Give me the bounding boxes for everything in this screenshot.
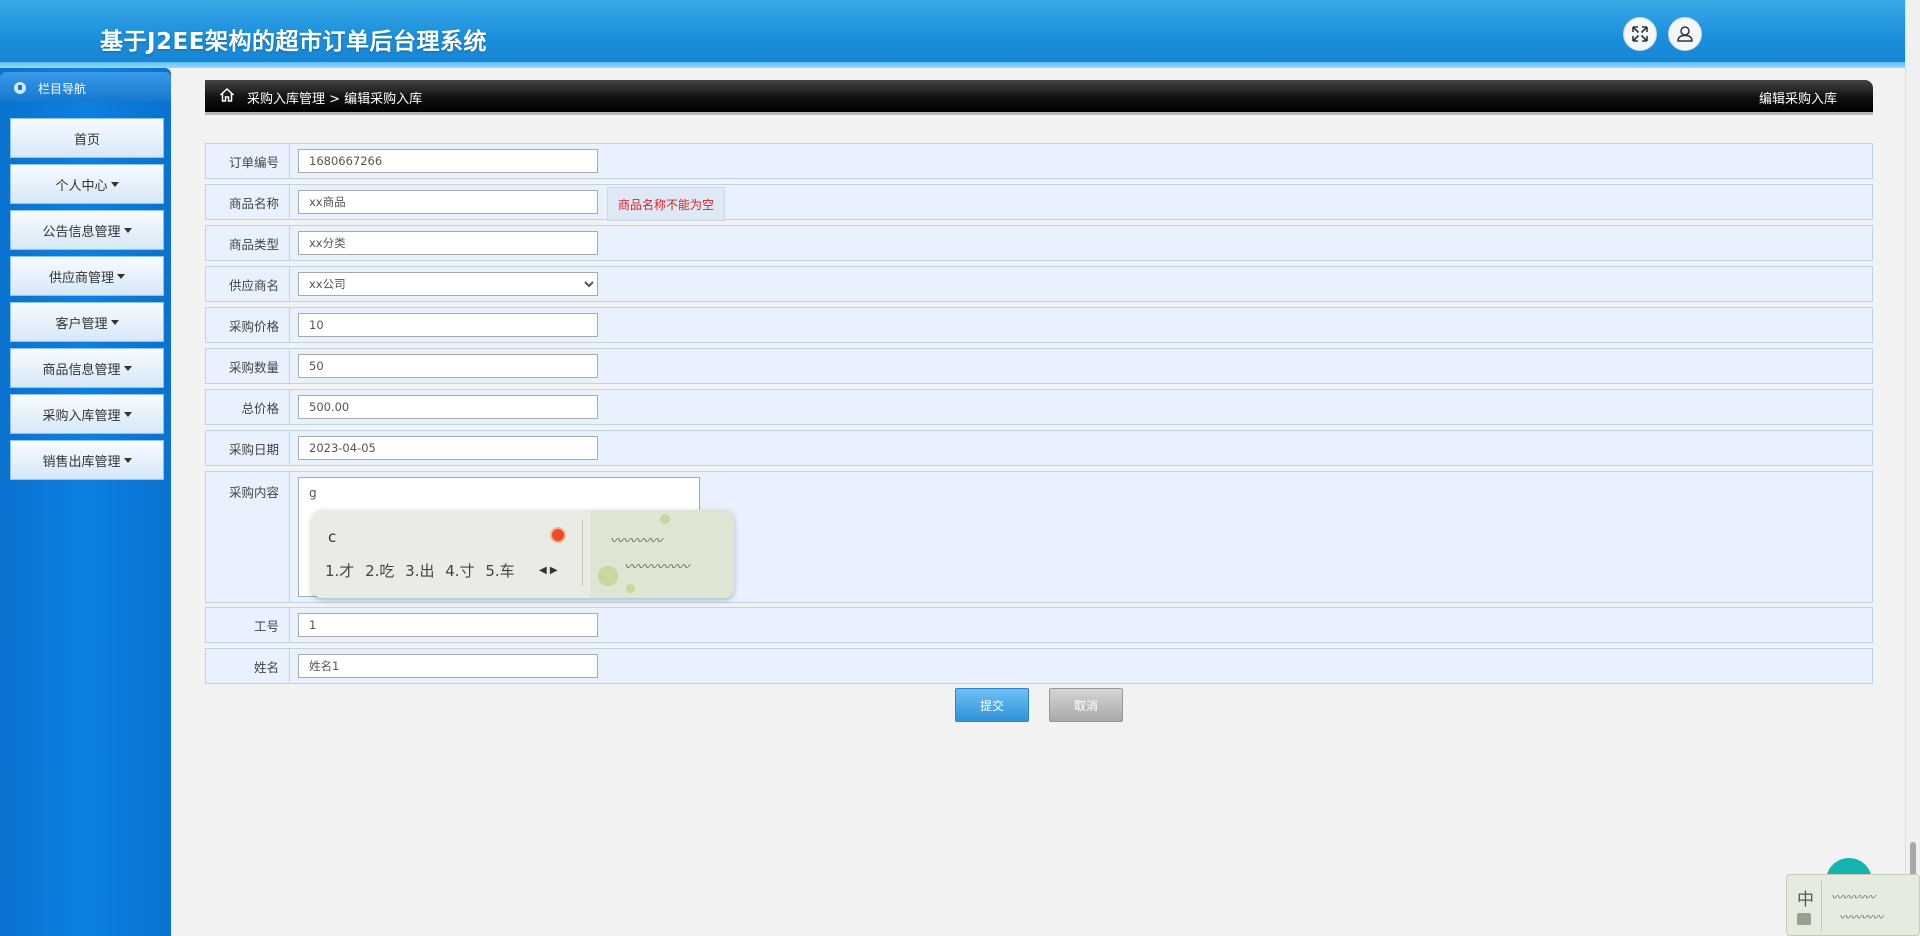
caret-down-icon xyxy=(123,227,132,233)
caret-down-icon xyxy=(123,365,132,371)
header-glow xyxy=(0,62,1905,68)
field-label: 姓名 xyxy=(206,649,290,683)
ime-candidate-window: c 1.才 2.吃 3.出 4.寸 5.车 ◀ ▶ 〰〰〰〰 〰〰〰〰〰 xyxy=(312,510,734,598)
supplier-select[interactable]: xx公司 xyxy=(298,272,598,296)
decor-dot xyxy=(598,566,618,586)
total-price-input[interactable] xyxy=(298,395,598,419)
field-label: 供应商名 xyxy=(206,267,290,301)
field-label: 商品名称 xyxy=(206,185,290,219)
product-name-input[interactable] xyxy=(298,190,598,214)
field-label: 工号 xyxy=(206,608,290,642)
sidebar-header: 栏目导航 xyxy=(0,72,171,102)
decor-dot xyxy=(660,514,670,524)
ime-language-indicator[interactable]: 中 xyxy=(1797,885,1814,910)
sidebar-item-suppliers[interactable]: 供应商管理 xyxy=(10,256,164,296)
field-label: 总价格 xyxy=(206,390,290,424)
expand-icon xyxy=(1632,26,1648,42)
ime-candidates[interactable]: 1.才 2.吃 3.出 4.寸 5.车 xyxy=(325,560,515,581)
sidebar-item-label: 商品信息管理 xyxy=(42,362,121,378)
employee-no-input[interactable] xyxy=(298,613,598,637)
sidebar-title: 栏目导航 xyxy=(38,82,87,96)
sidebar-item-label: 首页 xyxy=(73,132,100,148)
field-label: 订单编号 xyxy=(206,144,290,178)
sidebar-item-label: 采购入库管理 xyxy=(42,408,121,424)
caret-down-icon xyxy=(123,457,132,463)
sidebar-item-label: 供应商管理 xyxy=(48,270,114,286)
fullscreen-button[interactable] xyxy=(1623,17,1657,51)
ime-divider xyxy=(582,520,583,586)
scrollbar-thumb[interactable] xyxy=(1910,842,1916,876)
user-button[interactable] xyxy=(1668,17,1702,51)
validation-error: 商品名称不能为空 xyxy=(607,187,726,221)
sidebar-item-sales[interactable]: 销售出库管理 xyxy=(10,440,164,480)
breadcrumb-bar: 采购入库管理 > 编辑采购入库 编辑采购入库 xyxy=(205,80,1873,115)
sidebar-item-profile[interactable]: 个人中心 xyxy=(10,164,164,204)
breadcrumb[interactable]: 采购入库管理 > 编辑采购入库 xyxy=(247,88,422,107)
app-title: 基于J2EE架构的超市订单后台理系统 xyxy=(100,29,487,55)
form-row-name: 姓名 xyxy=(205,648,1873,684)
home-icon[interactable] xyxy=(219,87,235,103)
decor-dot xyxy=(626,584,635,593)
ime-logo-icon xyxy=(550,527,566,543)
sidebar-item-purchase[interactable]: 采购入库管理 xyxy=(10,394,164,434)
form-row-order-no: 订单编号 xyxy=(205,143,1873,179)
ime-composition: c xyxy=(328,528,337,546)
field-label: 采购数量 xyxy=(206,349,290,383)
sidebar-item-notices[interactable]: 公告信息管理 xyxy=(10,210,164,250)
order-no-input[interactable] xyxy=(298,149,598,173)
price-input[interactable] xyxy=(298,313,598,337)
decor-script: 〰〰〰〰 xyxy=(1831,891,1875,904)
caret-down-icon xyxy=(110,319,119,325)
sidebar-item-home[interactable]: 首页 xyxy=(10,118,164,158)
name-input[interactable] xyxy=(298,654,598,678)
decor-script: 〰〰〰〰 xyxy=(1839,911,1883,924)
field-label: 采购日期 xyxy=(206,431,290,465)
form-row-employee-no: 工号 xyxy=(205,607,1873,643)
field-label: 采购内容 xyxy=(206,472,290,602)
form-row-product-name: 商品名称 商品名称不能为空 xyxy=(205,184,1873,221)
decor-script: 〰〰〰〰 xyxy=(610,534,663,549)
page-scrollbar[interactable] xyxy=(1905,0,1920,936)
user-icon xyxy=(1677,26,1693,42)
sidebar-item-label: 销售出库管理 xyxy=(42,454,121,470)
ime-skin-decoration: 〰〰〰〰 〰〰〰〰〰 xyxy=(590,510,734,598)
form-row-product-type: 商品类型 xyxy=(205,225,1873,261)
submit-button[interactable]: 提交 xyxy=(955,688,1029,722)
product-type-input[interactable] xyxy=(298,231,598,255)
top-header: 基于J2EE架构的超市订单后台理系统 xyxy=(0,0,1905,68)
caret-down-icon xyxy=(117,273,125,279)
form-row-price: 采购价格 xyxy=(205,307,1873,343)
sidebar-item-label: 公告信息管理 xyxy=(42,224,121,240)
sidebar-item-customers[interactable]: 客户管理 xyxy=(10,302,164,342)
quantity-input[interactable] xyxy=(298,354,598,378)
decor-script: 〰〰〰〰〰 xyxy=(624,560,690,575)
form-row-quantity: 采购数量 xyxy=(205,348,1873,384)
cancel-button[interactable]: 取消 xyxy=(1049,688,1123,722)
caret-down-icon xyxy=(123,411,132,417)
sidebar-item-products[interactable]: 商品信息管理 xyxy=(10,348,164,388)
caret-down-icon xyxy=(110,181,119,187)
nav-icon xyxy=(14,82,26,94)
field-label: 商品类型 xyxy=(206,226,290,260)
page-title: 编辑采购入库 xyxy=(1758,92,1837,107)
ime-divider xyxy=(1821,881,1822,931)
purchase-date-input[interactable] xyxy=(298,436,598,460)
ime-status-bar[interactable]: 中 〰〰〰〰 〰〰〰〰 xyxy=(1786,874,1920,936)
form-row-supplier: 供应商名 xx公司 xyxy=(205,266,1873,302)
field-label: 采购价格 xyxy=(206,308,290,342)
ime-page-arrows-icon[interactable]: ◀ ▶ xyxy=(539,565,558,576)
sidebar-item-label: 客户管理 xyxy=(55,316,108,332)
sidebar-item-label: 个人中心 xyxy=(55,178,108,194)
form-row-total: 总价格 xyxy=(205,389,1873,425)
sidebar: 栏目导航 首页 个人中心 公告信息管理 供应商管理 客户管理 商品信息管理 采购… xyxy=(0,68,171,936)
form-row-date: 采购日期 xyxy=(205,430,1873,466)
ime-skin-icon[interactable] xyxy=(1797,913,1811,925)
